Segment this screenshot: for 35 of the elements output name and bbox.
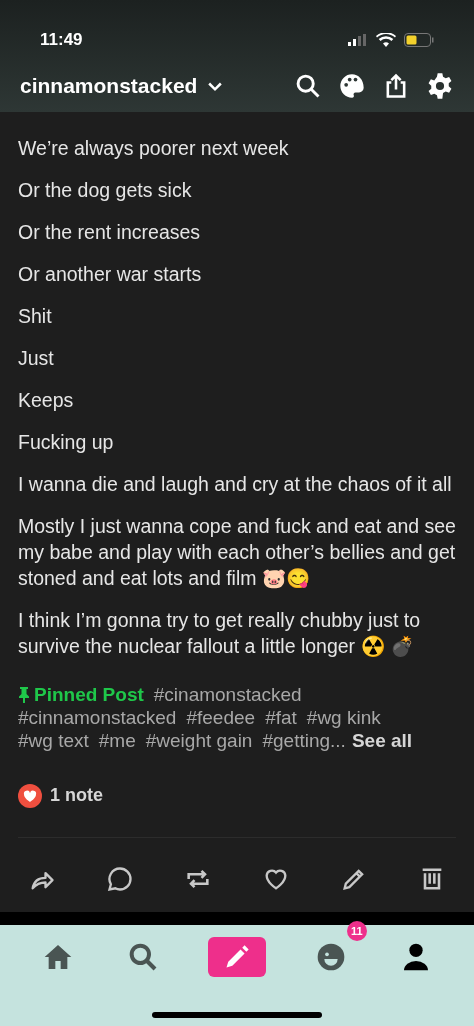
post-text: Just [18,346,55,371]
post-text: Or another war starts [18,262,203,287]
tag-link[interactable]: #wg kink [306,706,381,729]
palette-icon[interactable] [338,72,366,100]
tag-link[interactable]: #cinamonstacked [153,683,302,706]
note-count[interactable]: 1 note [50,782,103,809]
post-text: Or the rent increases [18,220,202,245]
signal-icon [348,34,368,46]
pin-icon [18,686,30,703]
see-all-link[interactable]: See all [351,729,413,752]
post-text: Mostly I just wanna cope and fuck and eat and see my babe and play with each other’s bellies and get stoned and eat lots and film 🐷😋 [18,514,456,591]
tag-link[interactable]: #wg text [18,729,89,752]
clock: 11:49 [40,29,83,52]
battery-icon [404,33,434,47]
post-text: I wanna die and laugh and cry at the chaos of it all [18,472,453,497]
notification-badge: 11 [346,921,367,941]
tag-link[interactable]: #me [98,729,136,752]
post-text: We’re always poorer next week [18,136,290,161]
tag-link[interactable]: #getting... [262,729,346,752]
create-post-button[interactable] [208,937,266,977]
post-text: Fucking up [18,430,115,455]
tag-link[interactable]: #cinnamonstacked [18,706,177,729]
tag-link[interactable]: #weight gain [145,729,253,752]
blog-switcher[interactable]: cinnamonstacked [20,70,226,102]
post-text: I think I’m gonna try to get really chubby just to survive the nuclear fallout a little longer ☢ 💣 [18,608,422,659]
pinned-post-label: Pinned Post [18,683,144,706]
comment-icon[interactable] [106,865,134,893]
post-text: Keeps [18,388,75,413]
tag-link[interactable]: #feedee [186,706,256,729]
wifi-icon [376,33,396,47]
search-icon[interactable] [294,72,322,100]
settings-icon[interactable] [426,72,454,100]
tag-link[interactable]: #fat [265,706,297,729]
post-text: Shit [18,304,53,329]
post-text: Or the dog gets sick [18,178,193,203]
